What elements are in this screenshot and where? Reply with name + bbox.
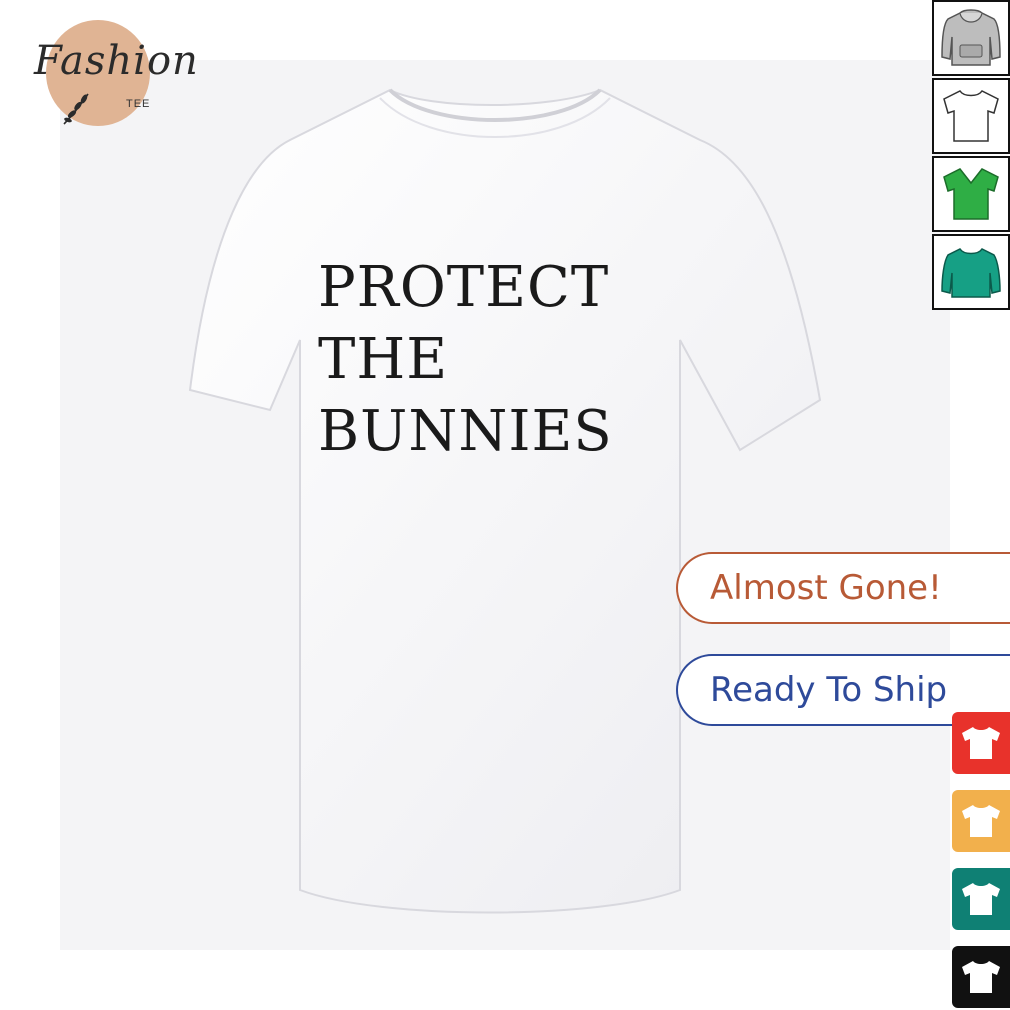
shirt-print-line-2: THE	[318, 327, 449, 392]
ready-to-ship-label: Ready To Ship	[710, 670, 948, 710]
hoodie-icon	[941, 9, 1001, 66]
color-swatch-red[interactable]	[952, 712, 1010, 774]
tshirt-icon	[962, 883, 1000, 915]
shirt-print: PROTECT THE BUNNIES	[318, 252, 613, 468]
tshirt-product-image	[188, 88, 822, 914]
color-swatch-orange[interactable]	[952, 790, 1010, 852]
vneck-icon	[943, 168, 999, 220]
tshirt-icon	[962, 727, 1000, 759]
logo-sub-text: TEE	[126, 98, 151, 110]
thumbnail-hoodie[interactable]	[932, 0, 1010, 76]
leaf-icon	[63, 93, 89, 125]
brand-logo[interactable]: Fashion TEE	[30, 18, 198, 133]
thumbnail-sweatshirt[interactable]	[932, 234, 1010, 310]
thumbnail-tshirt[interactable]	[932, 78, 1010, 154]
tshirt-icon	[962, 961, 1000, 993]
sweatshirt-icon	[941, 248, 1001, 298]
thumbnail-vneck[interactable]	[932, 156, 1010, 232]
shirt-print-line-3: BUNNIES	[318, 399, 613, 464]
almost-gone-label: Almost Gone!	[710, 568, 942, 608]
logo-script-text: Fashion	[34, 38, 199, 84]
color-swatch-teal[interactable]	[952, 868, 1010, 930]
color-swatch-black[interactable]	[952, 946, 1010, 1008]
almost-gone-badge: Almost Gone!	[676, 552, 1010, 624]
tshirt-icon	[943, 90, 999, 142]
shirt-print-line-1: PROTECT	[318, 255, 610, 320]
tshirt-icon	[962, 805, 1000, 837]
